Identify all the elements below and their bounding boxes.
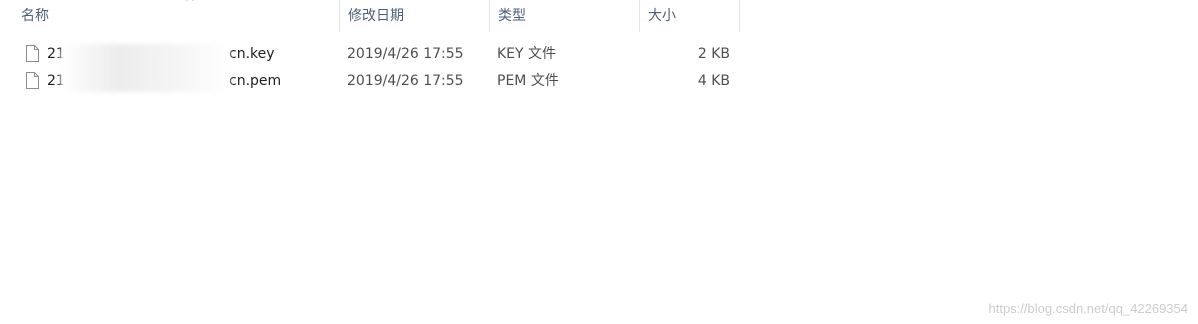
file-explorer: 名称 ^ 修改日期 类型 大小 21 cn.key 2019/4/26 17:5… [0,0,1198,324]
column-header-size[interactable]: 大小 [640,0,740,32]
column-header-name-label: 名称 [21,8,49,24]
file-type: KEY 文件 [497,46,557,62]
file-size: 4 KB [697,73,730,89]
file-size: 2 KB [697,46,730,62]
file-name-suffix: cn.key [229,46,275,62]
redaction-blur [60,44,230,92]
column-header-type[interactable]: 类型 [490,0,640,32]
column-header-type-label: 类型 [498,8,526,24]
file-name-suffix: cn.pem [229,73,282,89]
column-header-name[interactable]: 名称 ^ [13,0,340,32]
sort-ascending-icon: ^ [185,0,196,9]
file-type: PEM 文件 [497,73,559,89]
column-header-size-label: 大小 [648,8,676,24]
column-header-modified-label: 修改日期 [348,8,404,24]
file-icon [26,72,39,89]
column-header-bar: 名称 ^ 修改日期 类型 大小 [0,0,740,32]
file-modified-date: 2019/4/26 17:55 [347,73,464,89]
column-header-modified[interactable]: 修改日期 [340,0,490,32]
file-modified-date: 2019/4/26 17:55 [347,46,464,62]
file-icon [26,45,39,62]
watermark-text: https://blog.csdn.net/qq_42269354 [988,301,1189,316]
